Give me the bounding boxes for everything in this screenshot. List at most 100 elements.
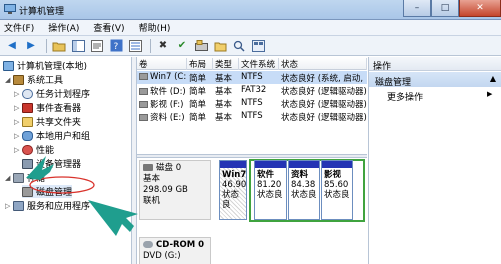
collapsed-arrow-icon[interactable]: ▷ [14, 146, 22, 154]
computer-management-icon [4, 4, 16, 14]
volume-type: 基本 [215, 87, 233, 97]
tree-storage[interactable]: ◢ 存储 [5, 171, 45, 184]
partition-software[interactable]: 软件 81.20 状态良 [254, 160, 287, 220]
actions-section-disk-management[interactable]: 磁盘管理 ▲ [369, 72, 501, 88]
volume-name-cell: Win7 (C:) [137, 72, 187, 82]
volume-layout: 简单 [189, 100, 207, 110]
partition-documents[interactable]: 资料 84.38 状态良 [288, 160, 320, 220]
services-icon [13, 200, 24, 211]
search-icon[interactable] [231, 38, 247, 54]
volume-row[interactable]: 影视 (F:) 简单 基本 NTFS 状态良好 (逻辑驱动器) [137, 97, 367, 110]
up-folder-icon[interactable] [51, 38, 67, 54]
minimize-button[interactable]: – [403, 0, 431, 17]
tree-performance-label: 性能 [36, 146, 55, 156]
checkmark-icon[interactable]: ✔ [174, 38, 190, 54]
clock-icon [22, 88, 33, 99]
column-type[interactable]: 类型 [213, 58, 239, 70]
maximize-button[interactable]: □ [431, 0, 459, 17]
tree-device-manager[interactable]: 设备管理器 [22, 157, 81, 170]
tree-root-label: 计算机管理(本地) [17, 62, 88, 72]
volume-name-cell: 软件 (D:) [137, 85, 187, 97]
disk0-name: 磁盘 0 [156, 163, 182, 173]
menu-action[interactable]: 操作(A) [48, 21, 79, 34]
collapsed-arrow-icon[interactable]: ▷ [14, 104, 22, 112]
tree-services[interactable]: ▷ 服务和应用程序 [5, 199, 90, 212]
console-tree-icon[interactable] [70, 38, 86, 54]
tree-disk-management[interactable]: 磁盘管理 [22, 185, 73, 198]
partition-label: 影视 [324, 170, 342, 180]
volume-type: 基本 [215, 74, 233, 84]
tree-root[interactable]: 计算机管理(本地) [3, 59, 87, 72]
cdrom-name: CD-ROM 0 [156, 240, 205, 250]
new-volume-icon[interactable] [193, 38, 209, 54]
actions-section-label: 磁盘管理 [375, 78, 412, 88]
toolbar-divider [46, 38, 47, 53]
disk-icon [143, 164, 153, 171]
column-filesystem[interactable]: 文件系统 [239, 58, 279, 70]
help-icon[interactable]: ? [108, 38, 124, 54]
volume-status: 状态良好 (逻辑驱动器) [281, 100, 367, 110]
volume-name: 资料 (E:) [150, 113, 185, 123]
forward-icon[interactable]: ▶ [23, 38, 39, 54]
collapsed-arrow-icon[interactable]: ▷ [14, 132, 22, 140]
tree-task-scheduler[interactable]: ▷ 任务计划程序 [14, 87, 90, 100]
tree-system-tools[interactable]: ◢ 系统工具 [5, 73, 63, 86]
close-button[interactable]: ✕ [459, 0, 501, 17]
toolbar-divider [150, 38, 151, 53]
menu-help[interactable]: 帮助(H) [139, 21, 171, 34]
expanded-arrow-icon[interactable]: ◢ [5, 76, 13, 84]
volume-row[interactable]: 软件 (D:) 简单 基本 FAT32 状态良好 (逻辑驱动器) [137, 84, 367, 97]
volume-filesystem: NTFS [241, 98, 263, 108]
partition-cap [220, 161, 246, 168]
column-layout[interactable]: 布局 [187, 58, 213, 70]
collapsed-arrow-icon[interactable]: ▷ [14, 90, 22, 98]
view-icon[interactable] [250, 38, 266, 54]
volume-type: 基本 [215, 100, 233, 110]
collapsed-arrow-icon[interactable]: ▷ [5, 202, 13, 210]
disk0-status: 联机 [143, 196, 161, 206]
volume-filesystem: FAT32 [241, 85, 267, 95]
volume-row[interactable]: 资料 (E:) 简单 基本 NTFS 状态良好 (逻辑驱动器) [137, 110, 367, 123]
partition-win7[interactable]: Win7 46.90 状态良 [219, 160, 247, 220]
partition-size: 84.38 [291, 180, 316, 190]
partition-size: 46.90 [222, 180, 247, 190]
back-icon[interactable]: ◀ [4, 38, 20, 54]
volume-name: 影视 (F:) [150, 100, 184, 110]
collapsed-arrow-icon[interactable]: ▷ [14, 118, 22, 126]
tree-shared-folders-label: 共享文件夹 [36, 118, 82, 128]
navigation-tree: 计算机管理(本地) ◢ 系统工具 ▷ 任务计划程序 ▷ 事件查看器 ▷ 共享文件… [0, 57, 132, 264]
tree-performance[interactable]: ▷ 性能 [14, 143, 54, 156]
toolbar: ◀ ▶ ? ✖ ✔ [0, 36, 501, 56]
expanded-arrow-icon[interactable]: ◢ [5, 174, 13, 182]
svg-text:?: ? [113, 42, 118, 52]
partition-cap [289, 161, 319, 168]
volume-layout: 简单 [189, 87, 207, 97]
tree-shared-folders[interactable]: ▷ 共享文件夹 [14, 115, 81, 128]
partition-status: 状态良 [222, 190, 240, 210]
more-actions-link[interactable]: 更多操作 ▶ [387, 90, 492, 103]
column-volume[interactable]: 卷 [137, 58, 187, 70]
partition-label: 软件 [257, 170, 275, 180]
tree-event-viewer[interactable]: ▷ 事件查看器 [14, 101, 81, 114]
window-title: 计算机管理 [19, 7, 65, 17]
disk-list-icon[interactable] [127, 38, 143, 54]
volume-status: 状态良好 (逻辑驱动器) [281, 113, 367, 123]
menu-view[interactable]: 查看(V) [93, 21, 124, 34]
collapse-up-icon[interactable]: ▲ [490, 74, 496, 83]
volume-row[interactable]: Win7 (C:) 简单 基本 NTFS 状态良好 (系统, 启动, [137, 71, 367, 84]
tree-local-users[interactable]: ▷ 本地用户和组 [14, 129, 90, 142]
tree-disk-management-label: 磁盘管理 [36, 188, 73, 198]
horizontal-splitter[interactable] [137, 154, 367, 158]
menu-file[interactable]: 文件(F) [4, 21, 34, 34]
partition-video[interactable]: 影视 85.60 状态良 [321, 160, 353, 220]
properties-icon[interactable] [89, 38, 105, 54]
volume-layout: 简单 [189, 74, 207, 84]
partition-label: Win7 [222, 170, 247, 180]
disk0-info[interactable]: 磁盘 0 基本 298.09 GB 联机 [139, 160, 211, 220]
cdrom-info[interactable]: CD-ROM 0 DVD (G:) [139, 237, 211, 264]
toolbox-icon [13, 74, 24, 85]
column-status[interactable]: 状态 [279, 58, 367, 70]
delete-icon[interactable]: ✖ [155, 38, 171, 54]
open-folder-icon[interactable] [212, 38, 228, 54]
volume-name: 软件 (D:) [150, 87, 186, 97]
